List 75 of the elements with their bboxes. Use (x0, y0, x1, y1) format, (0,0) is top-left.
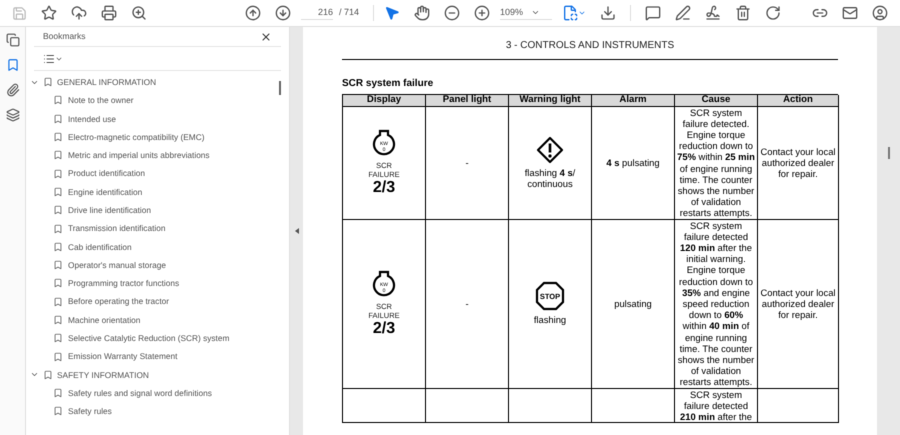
bookmark-item[interactable]: Intended use (68, 112, 116, 125)
bookmark-item[interactable]: Safety rules (68, 405, 112, 418)
bookmark-icon (43, 370, 53, 380)
scrollbar-thumb[interactable] (888, 147, 890, 159)
fit-page-icon (562, 5, 578, 21)
paperclip-icon[interactable] (6, 83, 20, 97)
bookmark-icon (53, 95, 63, 106)
bookmark-icon (53, 114, 63, 124)
bookmark-icon (53, 150, 63, 160)
table-cell: - (426, 106, 509, 220)
bookmark-item[interactable]: Note to the owner (68, 94, 134, 107)
bookmark-icon (53, 406, 63, 416)
scrollbar-thumb[interactable] (279, 81, 281, 95)
bookmark-item[interactable]: Engine identification (68, 186, 142, 198)
close-icon[interactable] (260, 30, 272, 42)
warning-light-text: flashing (534, 314, 566, 326)
warning-diamond-icon (536, 136, 564, 164)
caret-icon (531, 8, 540, 17)
table-cell: SCR system failure detected 210 min after the (675, 388, 758, 424)
bookmark-item[interactable]: Transmission identification (68, 222, 166, 235)
bookmark-icon (53, 242, 63, 252)
layers-icon[interactable] (6, 108, 20, 122)
column-header: Cause (675, 95, 758, 106)
column-header: Alarm (592, 95, 675, 106)
bookmark-item[interactable]: Drive line identification (68, 204, 152, 216)
column-header: Warning light (509, 95, 592, 106)
table-cell: SCR system failure detected 120 min after the initial warning. Engine torque reduction down to 35% and engine speed reduction down to 60% within 40 min of engine running time. The counter shows the number of validation restarts attempts. (675, 220, 758, 389)
bookmark-item[interactable]: Operator's manual storage (68, 258, 166, 272)
pages-icon[interactable] (6, 33, 20, 47)
bookmark-icon (53, 186, 63, 197)
table-cell: SCR system failure detected. Engine torque reduction down to 75% within 25 min of engine running time. The counter shows the number of validation restarts attempts. (675, 106, 758, 220)
table-cell: - (426, 220, 509, 389)
bookmark-item[interactable]: Safety rules and signal word definitions (68, 386, 212, 400)
bookmark-item[interactable]: Metric and imperial units abbreviations (68, 149, 210, 162)
bookmark-icon (53, 388, 63, 398)
panel-title: Bookmarks (43, 30, 86, 43)
table-cell: 4 s pulsating (592, 106, 675, 220)
bookmark-item[interactable]: Before operating the tractor (68, 295, 170, 308)
display-counter: 2/3 (372, 179, 396, 196)
page-header: 3 - CONTROLS AND INSTRUMENTS (506, 38, 674, 52)
bookmark-icon (53, 315, 63, 325)
collapse-arrow-icon[interactable] (294, 228, 298, 234)
bookmark-icon (53, 168, 63, 179)
bookmark-icon (53, 352, 63, 362)
caret-icon (578, 9, 586, 17)
warning-light-text: flashing 4 s/ continuous (524, 166, 576, 190)
bookmark-item[interactable]: SAFETY INFORMATION (57, 368, 149, 382)
bookmark-item[interactable]: Product identification (68, 167, 146, 180)
table-cell: Contact your local authorized dealer for repair. (758, 220, 839, 389)
bookmark-icon[interactable] (6, 58, 20, 72)
column-header: Action (758, 95, 839, 106)
section-title: SCR system failure (342, 77, 434, 91)
column-header: Panel light (426, 95, 509, 106)
column-header: Display (343, 95, 426, 106)
bookmark-item[interactable]: Programming tractor functions (68, 277, 180, 290)
table-cell: pulsating (592, 220, 675, 389)
bookmark-item[interactable]: GENERAL INFORMATION (57, 76, 156, 88)
bookmark-icon (53, 205, 63, 216)
bookmark-item[interactable]: Emission Warranty Statement (68, 350, 178, 363)
page-count: / 714 (339, 6, 360, 20)
bookmark-icon (43, 77, 53, 88)
bookmark-item[interactable]: Electro-magnetic compatibility (EMC) (68, 130, 204, 144)
bookmark-icon (53, 132, 63, 142)
bookmark-icon (53, 333, 63, 344)
bookmark-item[interactable]: Cab identification (68, 240, 132, 254)
bookmark-item[interactable]: Selective Catalytic Reduction (SCR) system (68, 332, 230, 345)
bookmark-icon (53, 224, 63, 234)
bookmark-item[interactable]: Machine orientation (68, 314, 140, 326)
page-number-field[interactable]: 216 (301, 6, 333, 20)
display-counter: 2/3 (372, 320, 396, 338)
bookmark-icon (53, 296, 63, 307)
zoom-field[interactable]: 109% (500, 6, 552, 20)
table-cell: Contact your local authorized dealer for repair. (758, 106, 839, 220)
bookmark-icon (53, 278, 63, 288)
bookmark-icon (53, 260, 63, 270)
